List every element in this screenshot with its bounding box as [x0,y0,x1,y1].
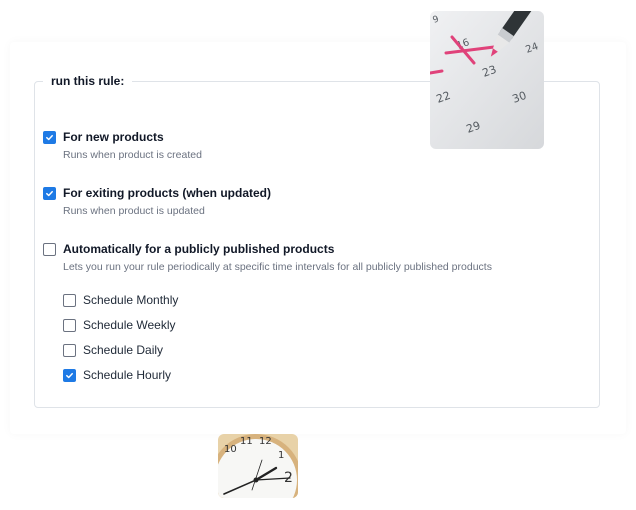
run-rule-legend: run this rule: [51,74,125,88]
new-products-checkbox[interactable] [43,130,56,144]
existing-products-option[interactable]: For exiting products (when updated) [43,186,271,200]
schedule-monthly-label: Schedule Monthly [83,293,179,307]
existing-products-description: Runs when product is updated [63,205,205,217]
schedule-weekly-option[interactable]: Schedule Weekly [63,318,176,332]
schedule-monthly-option[interactable]: Schedule Monthly [63,293,178,307]
calendar-image: 9 16 24 23 22 30 29 [430,11,544,149]
new-products-option[interactable]: For new products [43,130,164,144]
new-products-label: For new products [63,130,164,144]
new-products-description: Runs when product is created [63,149,202,161]
clock-number: 1 [278,450,284,461]
schedule-daily-checkbox[interactable] [63,343,76,357]
clock-number: 12 [259,436,272,447]
checkmark-icon [66,372,73,378]
checkmark-icon [46,134,53,140]
clock-number: 10 [224,444,237,455]
schedule-daily-option[interactable]: Schedule Daily [63,343,163,357]
existing-products-label: For exiting products (when updated) [63,186,271,200]
schedule-daily-label: Schedule Daily [83,343,164,357]
published-products-option[interactable]: Automatically for a publicly published p… [43,242,334,256]
published-products-checkbox[interactable] [43,242,56,256]
schedule-weekly-label: Schedule Weekly [83,318,176,332]
published-products-description: Lets you run your rule periodically at s… [63,261,492,273]
schedule-monthly-checkbox[interactable] [63,293,76,307]
published-products-label: Automatically for a publicly published p… [63,242,335,256]
clock-image: 10 11 12 1 2 [218,434,298,498]
checkmark-icon [46,190,53,196]
schedule-hourly-label: Schedule Hourly [83,368,172,382]
schedule-hourly-option[interactable]: Schedule Hourly [63,368,171,382]
schedule-weekly-checkbox[interactable] [63,318,76,332]
existing-products-checkbox[interactable] [43,186,56,200]
clock-number: 11 [240,436,253,447]
schedule-hourly-checkbox[interactable] [63,368,76,382]
